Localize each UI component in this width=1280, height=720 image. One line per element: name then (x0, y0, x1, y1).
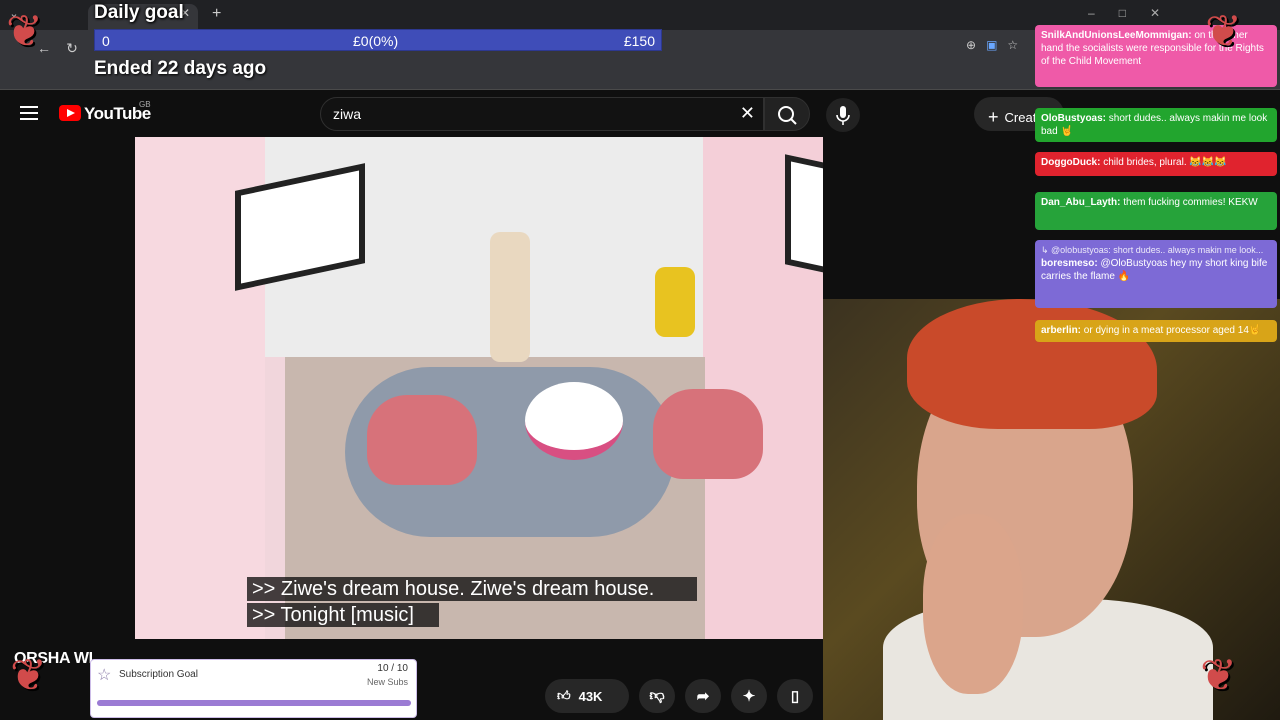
dislike-button[interactable]: 👎︎ (639, 679, 675, 713)
chat-message: Dan_Abu_Layth: them fucking commies! KEK… (1035, 192, 1277, 230)
minimize-button[interactable]: – (1088, 6, 1095, 20)
window-controls: – □ ✕ (1088, 6, 1160, 20)
voice-search-button[interactable] (826, 98, 860, 132)
caption-line-1: >> Ziwe's dream house. Ziwe's dream hous… (247, 577, 697, 601)
search-input[interactable]: ziwa ✕ (320, 97, 764, 131)
shrimp-decoration-icon: ❦ (10, 651, 47, 700)
chat-username[interactable]: OloBustyoas: (1041, 113, 1106, 124)
maximize-button[interactable]: □ (1119, 6, 1126, 20)
plus-icon: + (988, 107, 999, 127)
create-label: Creat (1004, 110, 1037, 125)
video-actions: 👍︎ 43K 👎︎ ➦ ✦ ▯ ⋯ (545, 679, 859, 713)
like-count: 43K (578, 688, 603, 704)
video-player[interactable]: >> Ziwe's dream house. Ziwe's dream hous… (135, 137, 823, 639)
reload-icon[interactable]: ↻ (62, 40, 82, 60)
youtube-logo-icon[interactable] (59, 105, 81, 121)
menu-icon[interactable] (20, 106, 38, 120)
chat-username[interactable]: SnilkAndUnionsLeeMommigan: (1041, 30, 1192, 41)
stream-screen: ⌄ ✕ + – □ ✕ ← ↻ ⊕ ▣ ☆ Daily goal 0 £0(0%… (0, 0, 1280, 720)
chat-message: ↳ @olobustyoas: short dudes.. always mak… (1035, 240, 1277, 308)
microphone-icon (836, 106, 850, 125)
shrimp-decoration-icon: ❦ (6, 7, 43, 56)
chat-reply-preview: ↳ @olobustyoas: short dudes.. always mak… (1041, 245, 1264, 255)
star-icon: ☆ (97, 667, 112, 684)
search-value: ziwa (333, 106, 362, 122)
cast-icon[interactable]: ▣ (986, 38, 997, 52)
address-bar-icons: ⊕ ▣ ☆ (966, 38, 1018, 52)
video-scene-table (525, 382, 623, 460)
daily-goal-target: £150 (623, 33, 655, 49)
chat-username[interactable]: arberlin: (1041, 325, 1081, 336)
video-scene-chair-left (367, 395, 477, 485)
daily-goal-bar: 0 £0(0%) £150 (94, 29, 662, 51)
like-button[interactable]: 👍︎ 43K (545, 679, 629, 713)
chat-text: them fucking commies! KEKW (1123, 197, 1258, 208)
ask-button[interactable]: ✦ (731, 679, 767, 713)
subscription-goal-fill (97, 700, 411, 706)
subscription-goal-label: Subscription Goal (119, 669, 198, 680)
new-tab-button[interactable]: + (212, 5, 221, 23)
close-window-button[interactable]: ✕ (1150, 6, 1160, 20)
subscription-goal-sub: New Subs (366, 677, 408, 687)
bookmark-icon: ▯ (790, 688, 800, 705)
chat-username[interactable]: Dan_Abu_Layth: (1041, 197, 1120, 208)
shrimp-decoration-icon: ❦ (1205, 7, 1242, 56)
video-scene-person-standing (490, 232, 530, 362)
daily-goal-current: £0(0%) (353, 33, 399, 49)
chat-message: OloBustyoas: short dudes.. always makin … (1035, 108, 1277, 142)
thumbs-down-icon: 👎︎ (649, 687, 665, 704)
bookmark-star-icon[interactable]: ☆ (1007, 38, 1018, 52)
sparkle-icon: ✦ (742, 688, 756, 705)
daily-goal-title: Daily goal (94, 2, 184, 23)
chat-username[interactable]: DoggoDuck: (1041, 157, 1100, 168)
clear-search-icon[interactable]: ✕ (740, 103, 755, 124)
chat-message: DoggoDuck: child brides, plural. 😹😹😹 (1035, 152, 1277, 176)
chat-text: child brides, plural. 😹😹😹 (1103, 157, 1227, 168)
chat-text: or dying in a meat processor aged 14🤘 (1083, 325, 1262, 336)
chat-message: arberlin: or dying in a meat processor a… (1035, 320, 1277, 342)
subscription-goal-bar (97, 700, 411, 706)
search-icon (778, 106, 797, 125)
thumbs-up-icon: 👍︎ (557, 688, 571, 703)
daily-goal-ended: Ended 22 days ago (94, 58, 267, 79)
youtube-header: YouTube GB ziwa ✕ + Creat (0, 90, 1064, 138)
webcam-hand (923, 514, 1023, 694)
video-scene-person-crouching (655, 267, 695, 337)
shrimp-decoration-icon: ❦ (1200, 651, 1237, 700)
daily-goal-start: 0 (102, 33, 110, 49)
share-icon: ➦ (696, 688, 710, 705)
caption-line-2: >> Tonight [music] (247, 603, 439, 627)
zoom-icon[interactable]: ⊕ (966, 38, 976, 52)
save-button[interactable]: ▯ (777, 679, 813, 713)
share-button[interactable]: ➦ (685, 679, 721, 713)
search-button[interactable] (764, 97, 810, 131)
chat-username[interactable]: boresmeso: (1041, 258, 1098, 269)
subscription-goal-count: 10 / 10 (377, 663, 408, 674)
subscription-goal-widget: ☆ Subscription Goal 10 / 10 New Subs (90, 659, 417, 718)
video-scene-chair-right (653, 389, 763, 479)
region-code: GB (139, 100, 151, 109)
